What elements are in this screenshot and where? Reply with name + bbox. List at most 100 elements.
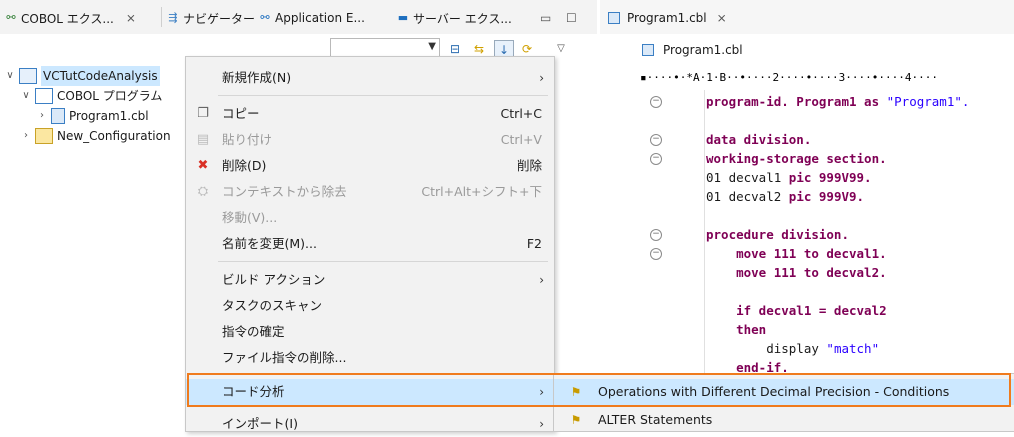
navigator-icon: ⇶ <box>168 11 178 24</box>
chevron-right-icon: › <box>539 385 544 399</box>
menu-item-copy[interactable]: ❐ コピー Ctrl+C <box>186 101 554 127</box>
code-line: working-storage section. <box>706 151 887 166</box>
menu-item-scan-tasks[interactable]: タスクのスキャン <box>186 293 554 319</box>
code-line: program-id. Program1 as "Program1". <box>706 94 970 109</box>
minimize-icon[interactable]: ▭ <box>540 9 551 27</box>
tree-item-new-configuration[interactable]: › New_Configuration <box>20 126 171 146</box>
menu-label: 名前を変更(M)... <box>222 236 317 251</box>
maximize-icon[interactable]: ☐ <box>566 9 577 27</box>
editor-pane: Program1.cbl ▪····•·*A·1·B··•····2····•·… <box>600 34 1014 430</box>
menu-item-remove-from-context[interactable]: ⛭ コンテキストから除去 Ctrl+Alt+シフト+下 <box>186 179 554 205</box>
tab-program1-cbl[interactable]: Program1.cbl ⨯ <box>608 9 727 27</box>
tree-label: VCTutCodeAnalysis <box>41 66 160 86</box>
analysis-rule-icon: ⚑ <box>570 385 582 399</box>
code-line: then <box>706 322 767 337</box>
chevron-down-icon[interactable]: ∨ <box>4 66 16 86</box>
fold-icon[interactable]: − <box>650 248 662 260</box>
editor-tab-bar: Program1.cbl ⨯ <box>600 0 1014 35</box>
menu-item-confirm-directives[interactable]: 指令の確定 <box>186 319 554 345</box>
remove-context-icon: ⛭ <box>197 184 209 199</box>
menu-label: コード分析 <box>222 384 285 399</box>
fold-icon[interactable]: − <box>650 96 662 108</box>
submenu-item-decimal-precision[interactable]: ⚑ Operations with Different Decimal Prec… <box>554 379 1014 405</box>
menu-label: 削除(D) <box>222 158 267 173</box>
tree-item-cobol-programs[interactable]: ∨ COBOL プログラム <box>20 86 162 106</box>
cobol-file-icon <box>51 108 65 124</box>
tab-cobol-explorer[interactable]: ⚯ COBOL エクス... ⨯ <box>4 9 136 27</box>
menu-item-delete-file-directives[interactable]: ファイル指令の削除... <box>186 345 554 371</box>
menu-label: ビルド アクション <box>222 272 326 287</box>
tree-item-project[interactable]: ∨ VCTutCodeAnalysis <box>4 66 160 86</box>
cobol-file-icon <box>608 12 620 24</box>
menu-label: 新規作成(N) <box>222 70 292 85</box>
submenu-label: ALTER Statements <box>598 412 713 427</box>
tab-application-explorer[interactable]: ⚯ Application E... <box>258 9 365 27</box>
tab-label: ナビゲーター <box>183 11 256 26</box>
chevron-down-icon[interactable]: ∨ <box>20 86 32 106</box>
menu-label: コピー <box>222 106 260 121</box>
code-line: if decval1 = decval2 <box>706 303 887 318</box>
tab-label: COBOL エクス... <box>21 11 114 26</box>
paste-icon: ▤ <box>196 132 210 147</box>
tab-label: Application E... <box>275 11 365 25</box>
code-editor[interactable]: program-id. Program1 as "Program1". data… <box>706 92 969 377</box>
fold-icon[interactable]: − <box>650 153 662 165</box>
cobol-explorer-icon: ⚯ <box>6 11 16 24</box>
tab-server-explorer[interactable]: ▬ サーバー エクス... <box>396 9 512 27</box>
menu-item-paste[interactable]: ▤ 貼り付け Ctrl+V <box>186 127 554 153</box>
code-line: 01 decval2 pic 999V9. <box>706 189 865 204</box>
fold-icon[interactable]: − <box>650 229 662 241</box>
menu-shortcut: F2 <box>526 236 542 251</box>
close-icon[interactable]: ⨯ <box>126 11 136 25</box>
tree-label: New_Configuration <box>57 129 171 143</box>
chevron-right-icon: › <box>539 273 544 287</box>
tree-label: COBOL プログラム <box>57 89 163 103</box>
tree-item-program1[interactable]: › Program1.cbl <box>36 106 149 126</box>
cobol-file-icon <box>642 44 654 56</box>
context-menu: 新規作成(N) › ❐ コピー Ctrl+C ▤ 貼り付け Ctrl+V ✖ 削… <box>185 56 555 432</box>
tab-navigator[interactable]: ⇶ ナビゲーター <box>166 9 255 27</box>
submenu-item-alter-statements[interactable]: ⚑ ALTER Statements <box>554 407 1014 433</box>
chevron-right-icon[interactable]: › <box>36 106 48 126</box>
menu-item-import[interactable]: インポート(I) › <box>186 411 554 437</box>
copy-icon: ❐ <box>197 106 209 121</box>
code-line: 01 decval1 pic 999V99. <box>706 170 872 185</box>
menu-label: 貼り付け <box>222 132 273 147</box>
menu-item-move[interactable]: 移動(V)... <box>186 205 554 231</box>
editor-file-name: Program1.cbl <box>663 43 743 57</box>
menu-item-build-action[interactable]: ビルド アクション › <box>186 267 554 293</box>
editor-breadcrumb: Program1.cbl <box>600 38 1014 62</box>
menu-shortcut: 削除 <box>516 158 542 173</box>
menu-item-delete[interactable]: ✖ 削除(D) 削除 <box>186 153 554 179</box>
code-line: procedure division. <box>706 227 849 242</box>
delete-icon: ✖ <box>197 158 209 173</box>
fold-icon[interactable]: − <box>650 134 662 146</box>
tab-label: サーバー エクス... <box>413 11 512 26</box>
menu-label: 移動(V)... <box>222 210 278 225</box>
code-analysis-submenu: ⚑ Operations with Different Decimal Prec… <box>553 373 1014 432</box>
column-ruler: ▪····•·*A·1·B··•····2····•····3····•····… <box>640 71 939 84</box>
analysis-rule-icon: ⚑ <box>570 413 582 427</box>
menu-item-rename[interactable]: 名前を変更(M)... F2 <box>186 231 554 257</box>
server-explorer-icon: ▬ <box>397 11 409 24</box>
submenu-label: Operations with Different Decimal Precis… <box>598 384 950 399</box>
code-line: move 111 to decval1. <box>706 246 887 261</box>
chevron-right-icon[interactable]: › <box>20 126 32 146</box>
chevron-right-icon: › <box>539 417 544 431</box>
menu-shortcut: Ctrl+Alt+シフト+下 <box>421 184 542 199</box>
menu-label: タスクのスキャン <box>222 298 323 313</box>
folder-icon <box>35 128 53 144</box>
menu-label: コンテキストから除去 <box>222 184 347 199</box>
code-line: display "match" <box>706 341 880 356</box>
project-icon <box>19 68 37 84</box>
left-tab-bar: ⚯ COBOL エクス... ⨯ ⇶ ナビゲーター ⚯ Application … <box>0 0 597 35</box>
code-line: move 111 to decval2. <box>706 265 887 280</box>
menu-item-new[interactable]: 新規作成(N) › <box>186 65 554 91</box>
menu-label: 指令の確定 <box>222 324 285 339</box>
application-explorer-icon: ⚯ <box>260 11 270 24</box>
close-icon[interactable]: ⨯ <box>717 11 727 25</box>
chevron-down-icon: ▼ <box>428 41 436 52</box>
menu-item-code-analysis[interactable]: コード分析 › <box>186 379 554 405</box>
